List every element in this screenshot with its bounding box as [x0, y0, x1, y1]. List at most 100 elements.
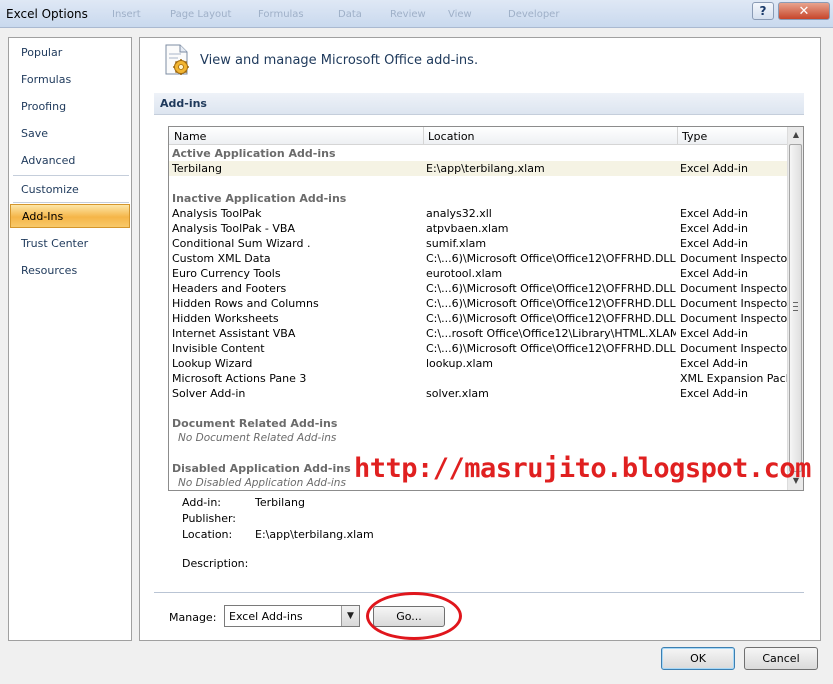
cell-location: eurotool.xlam [426, 267, 503, 280]
group-disabled-label: Disabled Application Add-ins [172, 462, 351, 475]
cell-location: lookup.xlam [426, 357, 494, 370]
cell-location: C:\...6)\Microsoft Office\Office12\OFFRH… [426, 297, 676, 310]
nav-item-add-ins[interactable]: Add-Ins [10, 204, 130, 228]
detail-location: Location: E:\app\terbilang.xlam [182, 528, 374, 541]
ok-button[interactable]: OK [661, 647, 735, 670]
list-header: Name Location Type [169, 127, 789, 145]
cell-location: atpvbaen.xlam [426, 222, 509, 235]
cell-type: Excel Add-in [680, 327, 748, 340]
scroll-up-icon[interactable]: ▲ [788, 127, 803, 143]
table-row[interactable]: Lookup Wizard lookup.xlam Excel Add-in [169, 356, 787, 371]
background-menu-review: Review [390, 9, 426, 20]
table-row[interactable]: Internet Assistant VBA C:\...rosoft Offic… [169, 326, 787, 341]
title-bar: Excel Options Insert Page Layout Formula… [0, 0, 833, 28]
table-row[interactable]: Hidden Worksheets C:\...6)\Microsoft Offi… [169, 311, 788, 326]
column-header-name[interactable]: Name [174, 130, 206, 143]
cell-name: Invisible Content [172, 342, 265, 355]
group-inactive-label: Inactive Application Add-ins [172, 192, 347, 205]
help-button[interactable]: ? [752, 2, 774, 20]
annotation-circle [366, 592, 462, 640]
empty-disabled-note: No Disabled Application Add-ins [178, 477, 346, 489]
cell-type: Excel Add-in [680, 267, 748, 280]
detail-addin-label: Add-in: [182, 496, 221, 509]
close-icon: ✕ [798, 3, 810, 19]
cell-type: XML Expansion Pack [680, 372, 788, 385]
manage-select-value: Excel Add-ins [229, 610, 303, 623]
divider [154, 592, 804, 593]
cell-name: Lookup Wizard [172, 357, 253, 370]
background-menu-page-layout: Page Layout [170, 9, 232, 20]
background-menu-data: Data [338, 9, 362, 20]
cell-type: Document Inspector [680, 282, 788, 295]
nav-item-proofing[interactable]: Proofing [10, 95, 130, 119]
cell-name: Custom XML Data [172, 252, 271, 265]
cell-name: Hidden Rows and Columns [172, 297, 319, 310]
detail-description: Description: [182, 557, 248, 570]
cell-location: C:\...6)\Microsoft Office\Office12\OFFRH… [426, 252, 676, 265]
cell-location: C:\...rosoft Office\Office12\Library\HTM… [426, 327, 676, 340]
table-row[interactable]: Euro Currency Tools eurotool.xlam Excel Ad… [169, 266, 787, 281]
cell-type: Document Inspector [680, 342, 788, 355]
cell-location: sumif.xlam [426, 237, 487, 250]
column-divider[interactable] [677, 127, 678, 145]
nav-item-save[interactable]: Save [10, 122, 130, 146]
cell-type: Document Inspector [680, 312, 788, 325]
table-row[interactable]: Solver Add-in solver.xlam Excel Add-in [169, 386, 787, 401]
nav-divider [13, 175, 129, 176]
nav-item-resources[interactable]: Resources [10, 259, 130, 283]
cell-name: Terbilang [172, 162, 222, 175]
close-button[interactable]: ✕ [778, 2, 830, 20]
help-icon: ? [759, 4, 767, 18]
cell-location: C:\...6)\Microsoft Office\Office12\OFFRH… [426, 282, 676, 295]
cell-type: Excel Add-in [680, 357, 748, 370]
cell-name: Analysis ToolPak - VBA [172, 222, 295, 235]
background-menu-insert: Insert [112, 9, 141, 20]
nav-item-formulas[interactable]: Formulas [10, 68, 130, 92]
cell-name: Headers and Footers [172, 282, 287, 295]
chevron-down-icon[interactable]: ▼ [341, 606, 359, 626]
cell-type: Excel Add-in [680, 207, 748, 220]
cell-location: solver.xlam [426, 387, 489, 400]
nav-item-trust-center[interactable]: Trust Center [10, 232, 130, 256]
table-row[interactable]: Hidden Rows and Columns C:\...6)\Microsof… [169, 296, 788, 311]
table-row[interactable]: Analysis ToolPak - VBA atpvbaen.xlam Excel… [169, 221, 787, 236]
cell-name: Conditional Sum Wizard . [172, 237, 311, 250]
column-divider[interactable] [423, 127, 424, 145]
background-menu-developer: Developer [508, 9, 560, 20]
table-row[interactable]: Headers and Footers C:\...6)\Microsoft Of… [169, 281, 788, 296]
addins-gear-icon [165, 44, 189, 75]
detail-publisher-label: Publisher: [182, 512, 237, 525]
nav-divider [13, 202, 129, 203]
addins-list[interactable]: Name Location Type Active Application Ad… [168, 126, 804, 491]
column-header-type[interactable]: Type [682, 130, 707, 143]
window-title: Excel Options [6, 7, 88, 21]
table-row[interactable]: Analysis ToolPak analys32.xll Excel Add-in [169, 206, 787, 221]
cell-type: Excel Add-in [680, 162, 748, 175]
detail-location-value: E:\app\terbilang.xlam [255, 528, 374, 541]
cell-type: Excel Add-in [680, 222, 748, 235]
section-title: Add-ins [154, 93, 804, 115]
cell-type: Document Inspector [680, 297, 788, 310]
table-row-terbilang[interactable]: Terbilang E:\app\terbilang.xlam Excel Ad… [169, 161, 787, 176]
table-row[interactable]: Conditional Sum Wizard . sumif.xlam Excel … [169, 236, 787, 251]
nav-item-customize[interactable]: Customize [10, 178, 130, 202]
grip-icon [793, 302, 798, 311]
table-row[interactable]: Invisible Content C:\...6)\Microsoft Offi… [169, 341, 788, 356]
cell-type: Document Inspector [680, 252, 788, 265]
cell-name: Analysis ToolPak [172, 207, 262, 220]
table-row[interactable]: Microsoft Actions Pane 3 XML Expansion Pa… [169, 371, 788, 386]
column-header-location[interactable]: Location [428, 130, 475, 143]
cell-location: E:\app\terbilang.xlam [426, 162, 545, 175]
manage-select[interactable]: Excel Add-ins ▼ [224, 605, 360, 627]
table-row[interactable]: Custom XML Data C:\...6)\Microsoft Office… [169, 251, 788, 266]
detail-addin-value: Terbilang [255, 496, 305, 509]
cell-location: C:\...6)\Microsoft Office\Office12\OFFRH… [426, 312, 676, 325]
detail-addin: Add-in: Terbilang [182, 496, 305, 509]
group-document-label: Document Related Add-ins [172, 417, 338, 430]
cancel-button[interactable]: Cancel [744, 647, 818, 670]
nav-item-advanced[interactable]: Advanced [10, 149, 130, 173]
nav-item-popular[interactable]: Popular [10, 41, 130, 65]
list-scrollbar[interactable]: ▲ ▼ [787, 127, 803, 490]
scroll-thumb[interactable] [789, 144, 802, 472]
manage-label: Manage: [169, 611, 217, 624]
